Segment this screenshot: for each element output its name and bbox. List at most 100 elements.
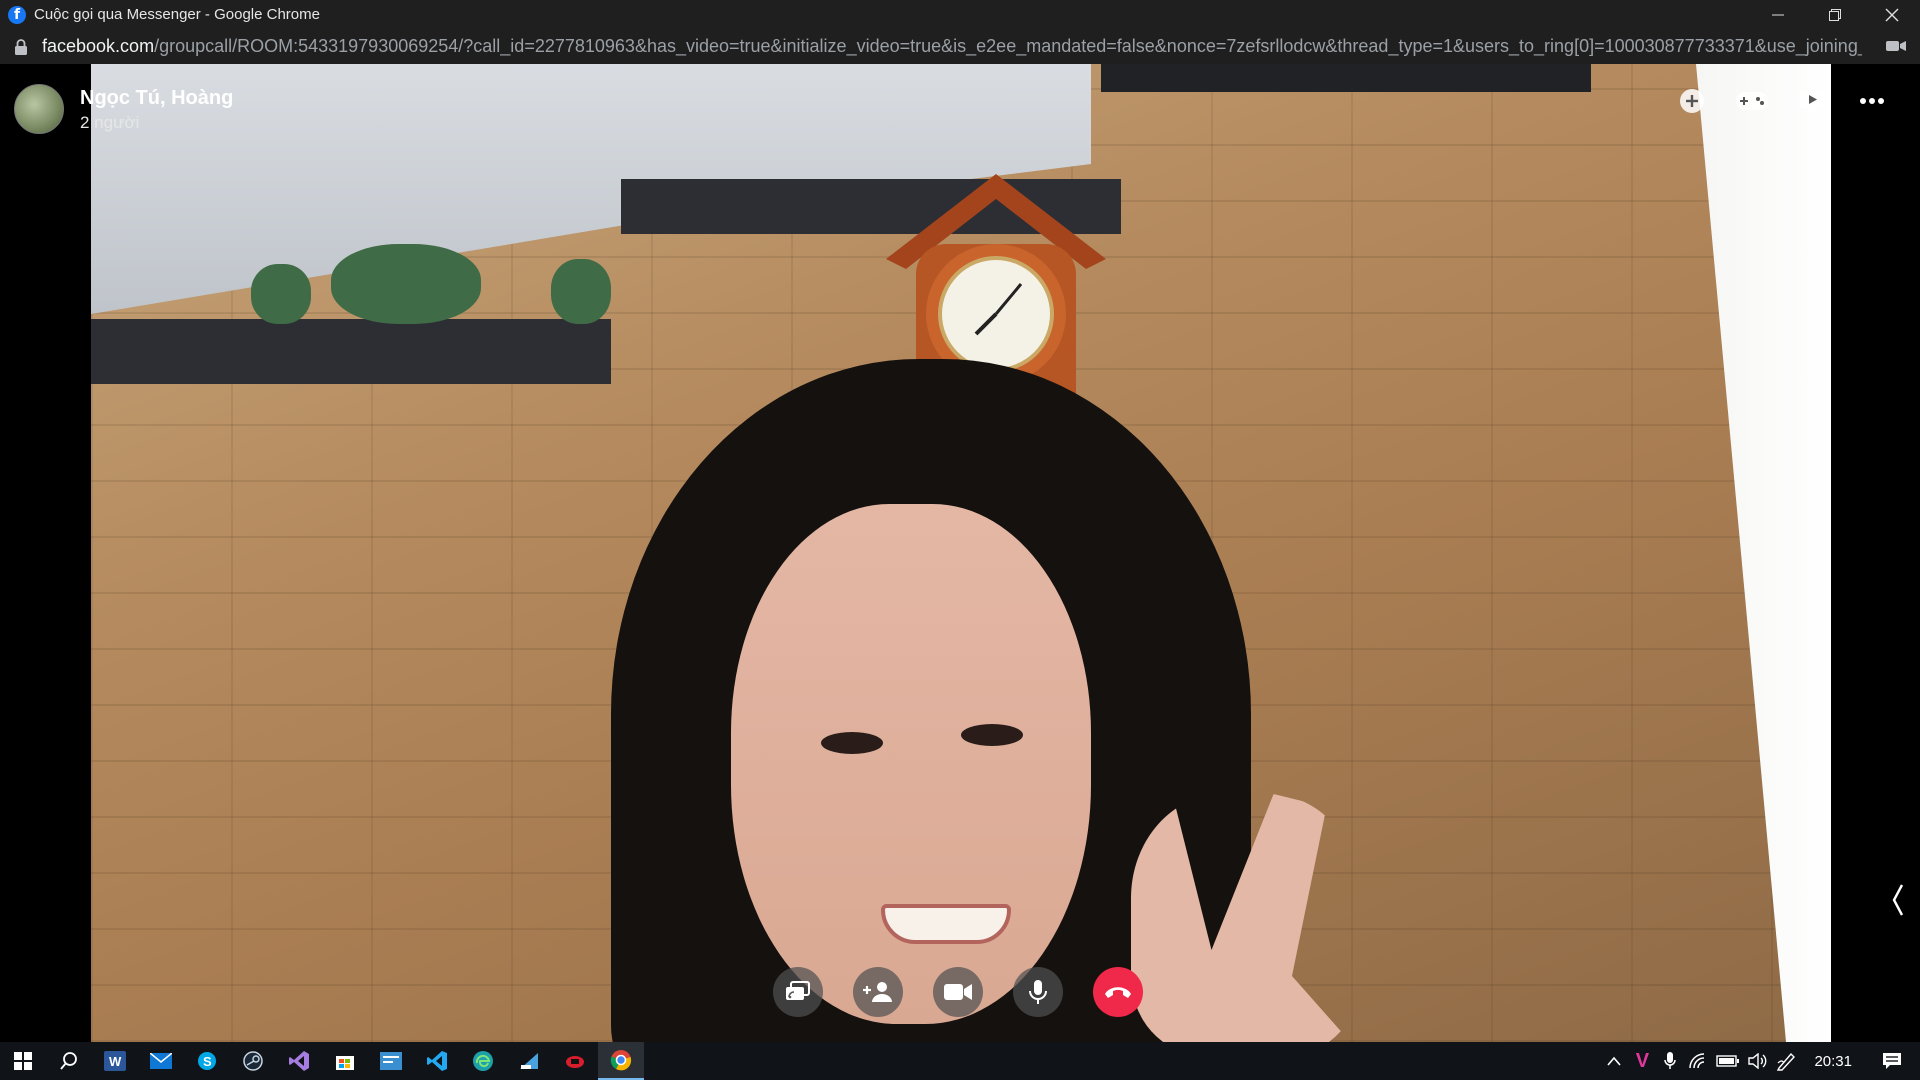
chrome-icon: [610, 1050, 632, 1071]
start-button[interactable]: [0, 1042, 46, 1080]
tray-volume[interactable]: [1744, 1042, 1772, 1080]
games-button[interactable]: [1730, 83, 1774, 119]
add-button[interactable]: [1670, 83, 1714, 119]
restore-icon: [1829, 8, 1841, 21]
call-top-actions: [1654, 83, 1894, 119]
share-screen-icon: [786, 981, 810, 1000]
chevron-left-icon: [1892, 884, 1904, 916]
taskbar-skype[interactable]: S: [184, 1042, 230, 1080]
video-wall: [1696, 64, 1831, 1042]
call-title[interactable]: Ngọc Tú, Hoàng: [80, 84, 233, 112]
url-path: /groupcall/ROOM:5433197930069254/?call_i…: [154, 36, 1862, 56]
windows-start-icon: [14, 1052, 32, 1070]
call-header: Ngọc Tú, Hoàng 2 người: [14, 84, 233, 134]
wifi-icon: [1689, 1053, 1705, 1069]
watch-together-button[interactable]: [1790, 83, 1834, 119]
tray-v-app[interactable]: V: [1628, 1042, 1656, 1080]
taskbar-word[interactable]: W: [92, 1042, 138, 1080]
app-icon: [380, 1052, 402, 1070]
word-icon: W: [104, 1051, 126, 1071]
taskbar-clock[interactable]: 20:31: [1802, 1053, 1864, 1070]
avatar[interactable]: [14, 84, 64, 134]
windows-taskbar: W S V 20:31: [0, 1042, 1920, 1080]
skype-icon: S: [198, 1052, 216, 1070]
tray-overflow-button[interactable]: [1600, 1042, 1628, 1080]
video-planter-ledge: [91, 319, 611, 384]
person-eye: [821, 732, 883, 754]
taskbar-store[interactable]: [322, 1042, 368, 1080]
notification-icon: [1883, 1053, 1901, 1069]
url-host: facebook.com: [42, 36, 155, 56]
close-button[interactable]: [1864, 0, 1920, 29]
end-call-button[interactable]: [1093, 967, 1143, 1017]
battery-icon: [1716, 1055, 1740, 1067]
tray-microphone[interactable]: [1656, 1042, 1684, 1080]
tray-battery[interactable]: [1712, 1042, 1744, 1080]
video-share-icon: [1800, 91, 1824, 112]
taskbar-visual-studio[interactable]: [276, 1042, 322, 1080]
video-plant: [551, 259, 611, 324]
person-eye: [961, 724, 1023, 746]
app-icon-3: [566, 1056, 584, 1068]
steam-icon: [243, 1051, 263, 1071]
search-button[interactable]: [46, 1042, 92, 1080]
restore-button[interactable]: [1807, 0, 1863, 29]
share-screen-button[interactable]: [773, 967, 823, 1017]
microphone-icon: [1664, 1052, 1677, 1069]
lock-icon[interactable]: [14, 38, 28, 55]
video-plant: [251, 264, 311, 324]
tray-network[interactable]: [1684, 1042, 1712, 1080]
vscode-icon: [427, 1051, 447, 1071]
remote-video[interactable]: [91, 64, 1831, 1042]
camera-icon: [944, 984, 972, 1000]
taskbar-mail[interactable]: [138, 1042, 184, 1080]
call-area: Ngọc Tú, Hoàng 2 người: [0, 64, 1920, 1042]
url-text[interactable]: facebook.com/groupcall/ROOM:543319793006…: [42, 36, 1862, 57]
window-title: Cuộc gọi qua Messenger - Google Chrome: [34, 6, 320, 23]
taskbar-app-2[interactable]: [506, 1042, 552, 1080]
add-person-button[interactable]: [853, 967, 903, 1017]
tray-v-label: V: [1635, 1049, 1650, 1072]
participant-count: 2 người: [80, 113, 140, 132]
camera-button[interactable]: [933, 967, 983, 1017]
store-icon: [336, 1056, 354, 1070]
close-icon: [1885, 8, 1899, 21]
microphone-button[interactable]: [1013, 967, 1063, 1017]
visual-studio-icon: [289, 1051, 309, 1071]
person-mouth: [881, 904, 1011, 944]
taskbar-steam[interactable]: [230, 1042, 276, 1080]
volume-icon: [1748, 1053, 1767, 1069]
taskbar-vscode[interactable]: [414, 1042, 460, 1080]
address-bar[interactable]: facebook.com/groupcall/ROOM:543319793006…: [0, 29, 1920, 64]
person-face: [731, 504, 1091, 1024]
camera-in-use-icon[interactable]: [1886, 38, 1906, 54]
taskbar-edge[interactable]: [460, 1042, 506, 1080]
game-controller-icon: [1736, 92, 1768, 110]
browser-titlebar: f Cuộc gọi qua Messenger - Google Chrome: [0, 0, 1920, 29]
end-call-icon: [1105, 987, 1131, 998]
search-icon: [60, 1052, 77, 1070]
taskbar-app[interactable]: [368, 1042, 414, 1080]
video-beam: [1101, 64, 1591, 92]
tray-pen[interactable]: [1772, 1042, 1802, 1080]
chevron-up-icon: [1607, 1056, 1622, 1066]
system-tray: V 20:31: [1600, 1042, 1920, 1080]
minimize-icon: [1772, 14, 1784, 15]
taskbar-chrome[interactable]: [598, 1042, 644, 1080]
side-panel-toggle[interactable]: [1886, 880, 1910, 920]
minimize-button[interactable]: [1750, 0, 1806, 29]
edge-icon: [473, 1051, 493, 1071]
svg-text:S: S: [203, 1054, 212, 1069]
taskbar-app-3[interactable]: [552, 1042, 598, 1080]
mail-icon: [150, 1053, 172, 1069]
call-controls: [773, 967, 1173, 1017]
pen-icon: [1777, 1052, 1796, 1071]
action-center-button[interactable]: [1864, 1042, 1920, 1080]
more-button[interactable]: [1850, 83, 1894, 119]
video-plant: [331, 244, 481, 324]
facebook-icon: f: [8, 5, 26, 24]
add-person-icon: [863, 982, 892, 1002]
svg-text:W: W: [109, 1054, 122, 1069]
microphone-icon: [1029, 980, 1047, 1004]
add-icon: [1680, 89, 1704, 113]
